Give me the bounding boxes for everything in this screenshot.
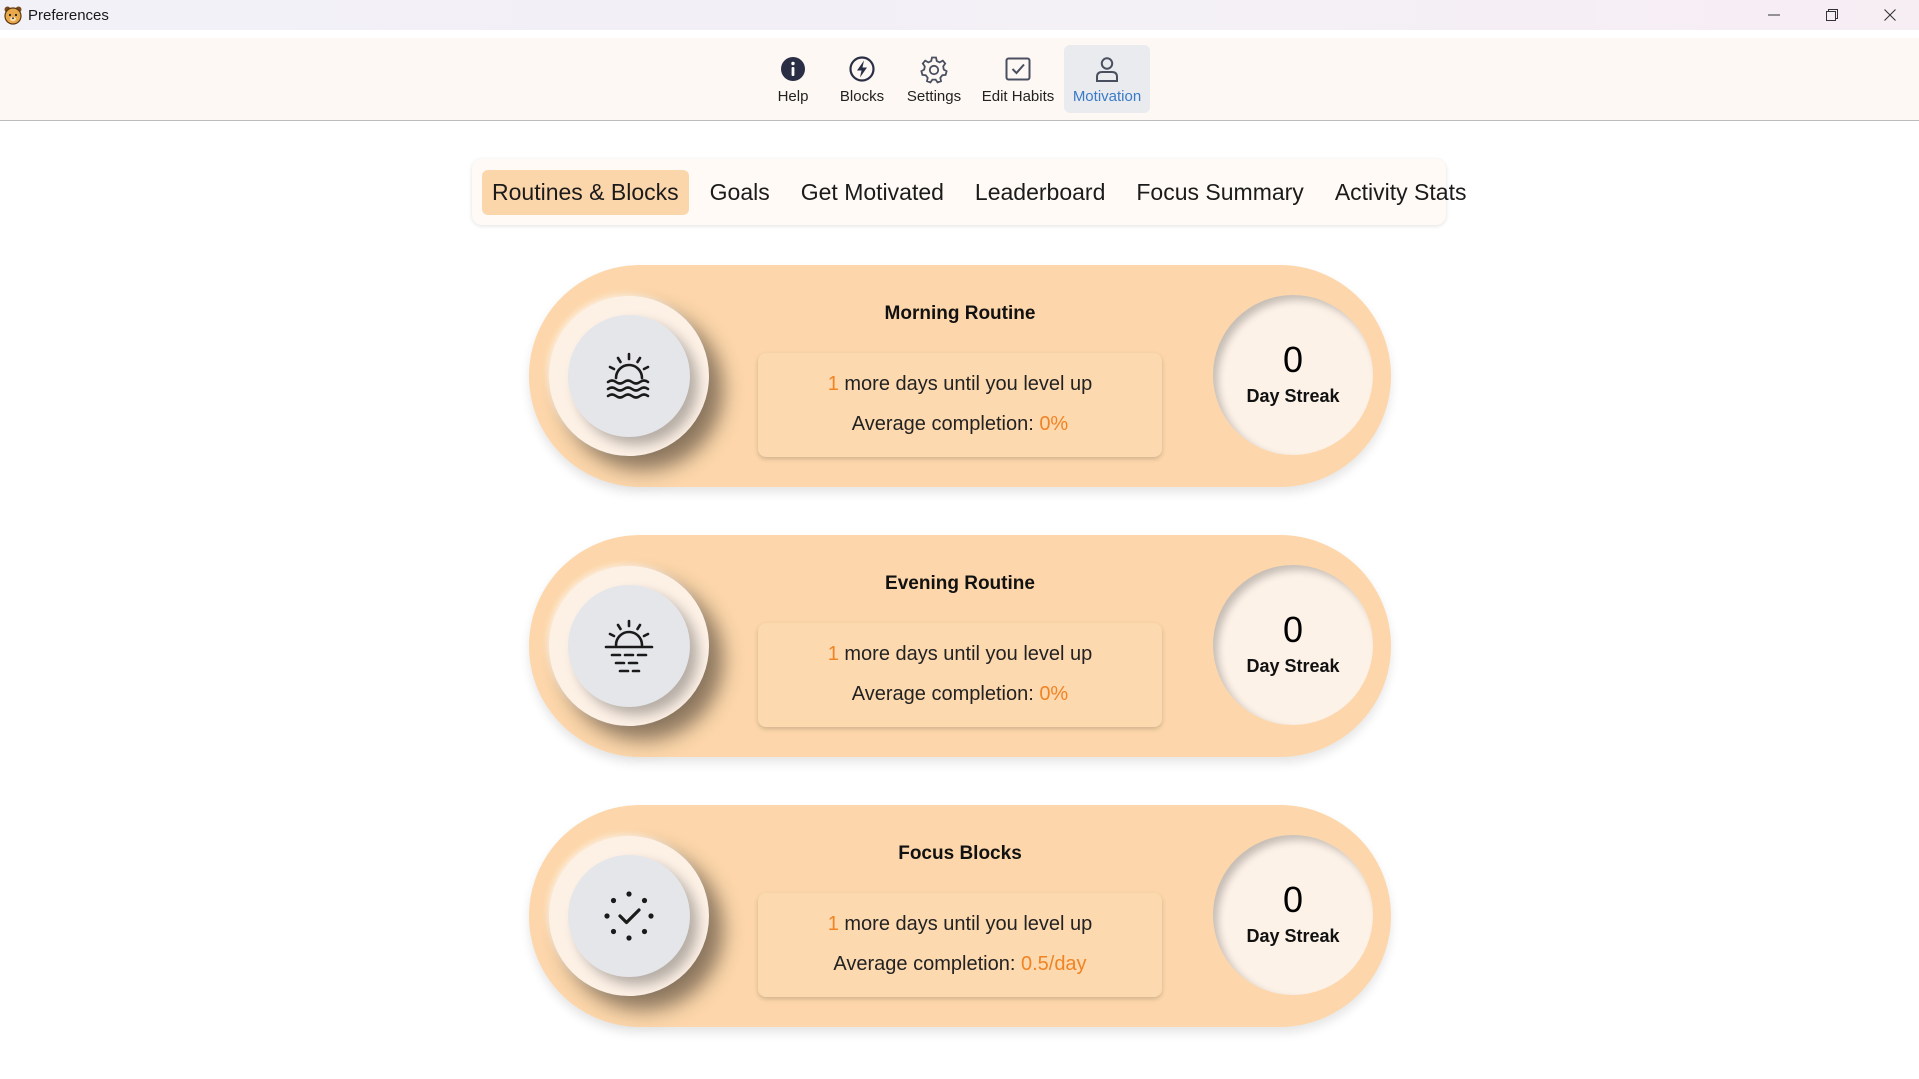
preferences-toolbar: Help Blocks Settings Edit Habits Motivat…: [0, 38, 1919, 121]
restore-icon: [1826, 9, 1838, 21]
morning-routine-card: Morning Routine 1 more days until you le…: [529, 265, 1391, 487]
morning-routine-streak: 0 Day Streak: [1213, 295, 1373, 455]
tab-routines-blocks[interactable]: Routines & Blocks: [482, 169, 689, 215]
toolbar-help-label: Help: [777, 88, 809, 105]
avg-label: Average completion:: [851, 413, 1040, 435]
focus-blocks-info: 1 more days until you level up Average c…: [758, 893, 1162, 997]
level-up-text: 1 more days until you level up: [758, 371, 1162, 411]
days-text: more days until you level up: [838, 373, 1093, 395]
days-text: more days until you level up: [838, 913, 1093, 935]
evening-routine-streak: 0 Day Streak: [1213, 565, 1373, 725]
streak-label: Day Streak: [1246, 656, 1340, 676]
streak-value: 0: [1282, 879, 1304, 920]
toolbar-help[interactable]: Help: [758, 45, 828, 113]
toolbar-edit-habits[interactable]: Edit Habits: [972, 45, 1064, 113]
toolbar-edit-habits-label: Edit Habits: [981, 88, 1055, 105]
days-count: 1: [827, 913, 839, 935]
average-completion-text: Average completion: 0.5/day: [758, 951, 1162, 991]
sunset-icon: [604, 619, 654, 673]
evening-routine-card: Evening Routine 1 more days until you le…: [529, 535, 1391, 757]
tab-goals[interactable]: Goals: [700, 170, 780, 215]
morning-routine-info: 1 more days until you level up Average c…: [758, 353, 1162, 457]
avg-value: 0%: [1039, 413, 1069, 435]
streak-value: 0: [1282, 609, 1304, 650]
gear-icon: [919, 54, 949, 84]
close-button[interactable]: [1861, 0, 1919, 30]
level-up-text: 1 more days until you level up: [758, 641, 1162, 681]
tab-get-motivated[interactable]: Get Motivated: [791, 170, 954, 215]
tab-activity-stats[interactable]: Activity Stats: [1325, 170, 1477, 215]
info-icon: [778, 54, 808, 84]
level-up-text: 1 more days until you level up: [758, 911, 1162, 951]
focus-blocks-card: Focus Blocks 1 more days until you level…: [529, 805, 1391, 1027]
streak-label: Day Streak: [1246, 386, 1340, 406]
average-completion-text: Average completion: 0%: [758, 681, 1162, 721]
title-bar: Preferences: [0, 0, 1919, 30]
avg-label: Average completion:: [833, 953, 1021, 975]
focus-check-icon: [604, 891, 654, 941]
minimize-button[interactable]: [1745, 0, 1803, 30]
toolbar-settings[interactable]: Settings: [896, 45, 972, 113]
streak-label: Day Streak: [1246, 926, 1340, 946]
toolbar-motivation[interactable]: Motivation: [1064, 45, 1150, 113]
avg-label: Average completion:: [851, 683, 1040, 705]
toolbar-motivation-label: Motivation: [1072, 88, 1142, 105]
motivation-tabs: Routines & Blocks Goals Get Motivated Le…: [472, 159, 1466, 225]
minimize-icon: [1768, 14, 1780, 16]
close-icon: [1884, 9, 1896, 21]
days-text: more days until you level up: [838, 643, 1093, 665]
restore-button[interactable]: [1803, 0, 1861, 30]
checkbox-icon: [1003, 54, 1033, 84]
evening-routine-info: 1 more days until you level up Average c…: [758, 623, 1162, 727]
toolbar-blocks[interactable]: Blocks: [828, 45, 896, 113]
lightning-icon: [847, 54, 877, 84]
focus-blocks-streak: 0 Day Streak: [1213, 835, 1373, 995]
avg-value: 0%: [1039, 683, 1069, 705]
bear-icon: [3, 5, 23, 25]
tab-leaderboard[interactable]: Leaderboard: [965, 170, 1115, 215]
days-count: 1: [827, 643, 839, 665]
avg-value: 0.5/day: [1020, 953, 1087, 975]
tab-focus-summary[interactable]: Focus Summary: [1126, 170, 1313, 215]
person-icon: [1092, 54, 1122, 84]
days-count: 1: [827, 373, 839, 395]
streak-value: 0: [1282, 339, 1304, 380]
sunrise-icon: [606, 352, 650, 399]
average-completion-text: Average completion: 0%: [758, 411, 1162, 451]
toolbar-blocks-label: Blocks: [839, 88, 885, 105]
window-title: Preferences: [28, 6, 109, 24]
toolbar-settings-label: Settings: [906, 88, 962, 105]
